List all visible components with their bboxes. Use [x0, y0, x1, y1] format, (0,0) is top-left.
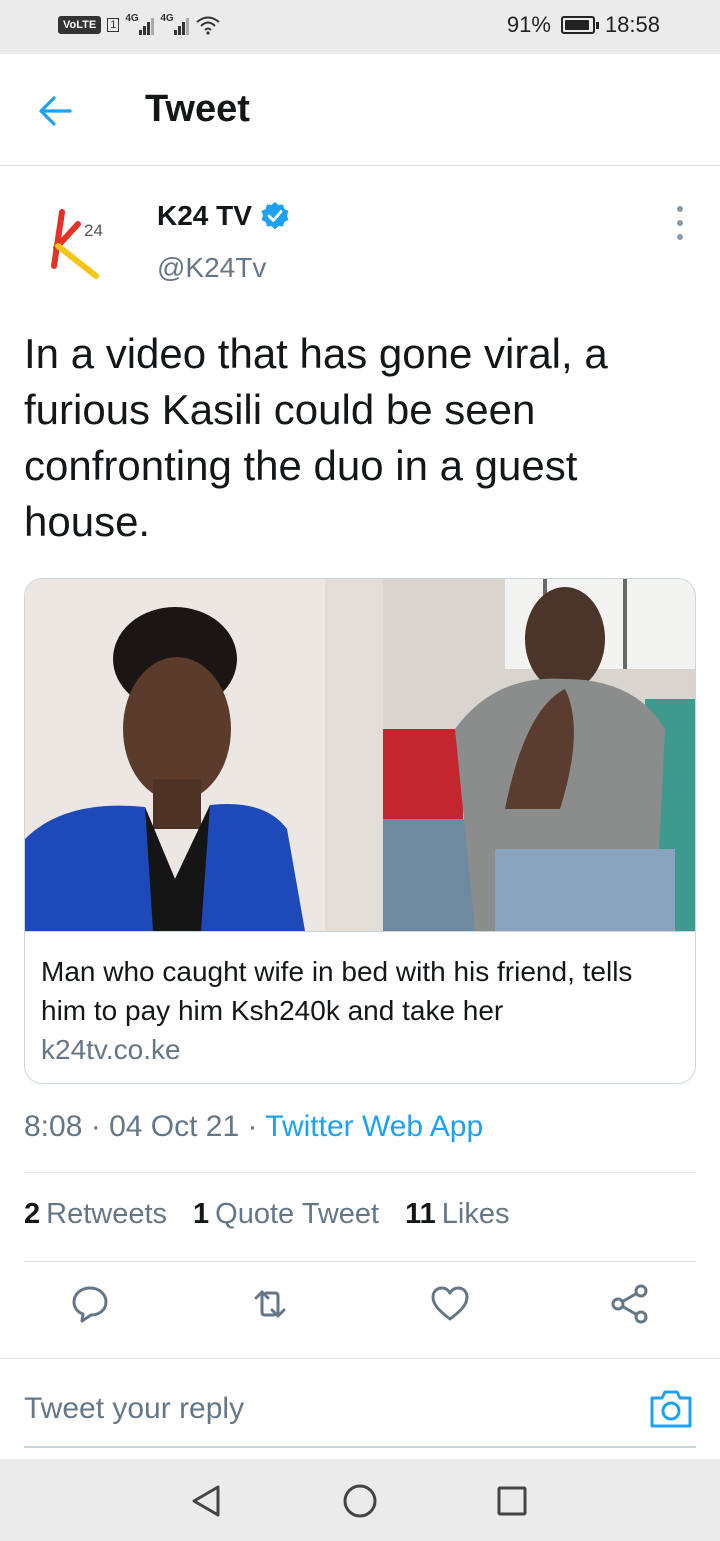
divider: [24, 1172, 696, 1173]
more-options-icon[interactable]: [670, 206, 690, 240]
tweet-text: In a video that has gone viral, a furiou…: [24, 330, 608, 545]
quote-tweets-stat[interactable]: 1 Quote Tweet: [193, 1198, 379, 1231]
sim-indicator: 1: [107, 18, 120, 32]
wifi-icon: [196, 16, 220, 35]
cell-signal-icon-2: 4G: [160, 13, 190, 35]
tweet-date: 04 Oct 21: [109, 1110, 240, 1143]
likes-stat[interactable]: 11 Likes: [405, 1198, 509, 1231]
link-card[interactable]: Man who caught wife in bed with his frie…: [24, 578, 696, 1084]
author-name[interactable]: K24 TV: [157, 200, 252, 232]
avatar-logo-text: 24: [84, 221, 103, 240]
nav-recents-icon[interactable]: [492, 1481, 532, 1521]
back-arrow-icon[interactable]: [34, 90, 76, 132]
reply-icon[interactable]: [68, 1282, 112, 1326]
like-heart-icon[interactable]: [428, 1282, 472, 1326]
status-left: VoLTE 1 4G 4G: [58, 13, 221, 35]
verified-badge-icon: [261, 202, 289, 230]
camera-icon[interactable]: [648, 1386, 694, 1432]
card-title: Man who caught wife in bed with his frie…: [41, 956, 633, 1026]
nav-back-icon[interactable]: [186, 1481, 226, 1521]
battery-percent: 91%: [506, 12, 551, 37]
tweet-meta: 8:08 · 04 Oct 21 · Twitter Web App: [24, 1110, 483, 1144]
reply-input[interactable]: Tweet your reply: [24, 1392, 244, 1426]
author-handle[interactable]: @K24Tv: [157, 252, 266, 284]
card-body[interactable]: Man who caught wife in bed with his frie…: [25, 931, 695, 1083]
share-icon[interactable]: [608, 1282, 652, 1326]
clock: 18:58: [604, 12, 660, 37]
system-nav-bar: [0, 1459, 720, 1541]
tweet-time: 8:08: [24, 1110, 83, 1143]
tweet-actions: [0, 1282, 720, 1338]
tweet-source-link[interactable]: Twitter Web App: [265, 1110, 483, 1143]
status-bar: VoLTE 1 4G 4G 91% 18:58: [0, 0, 720, 54]
nav-home-icon[interactable]: [340, 1481, 380, 1521]
tweet-stats: 2 Retweets 1 Quote Tweet 11 Likes: [24, 1198, 509, 1231]
author-name-row[interactable]: K24 TV: [157, 200, 290, 232]
retweet-icon[interactable]: [248, 1282, 292, 1326]
page-title: Tweet: [145, 88, 250, 130]
card-image[interactable]: [25, 579, 696, 931]
battery-icon: [560, 16, 599, 34]
meta-separator-2: ·: [247, 1110, 266, 1143]
divider: [0, 1358, 720, 1359]
meta-separator: ·: [90, 1110, 110, 1143]
retweets-stat[interactable]: 2 Retweets: [24, 1198, 167, 1231]
reply-underline: [24, 1446, 696, 1448]
divider: [24, 1261, 696, 1262]
top-app-bar: Tweet: [0, 54, 720, 166]
volte-indicator: VoLTE: [58, 16, 102, 34]
cell-signal-icon: 4G: [125, 13, 155, 35]
card-domain: k24tv.co.ke: [41, 1034, 181, 1065]
status-right: 91% 18:58: [507, 12, 660, 38]
author-avatar[interactable]: 24: [40, 200, 112, 280]
